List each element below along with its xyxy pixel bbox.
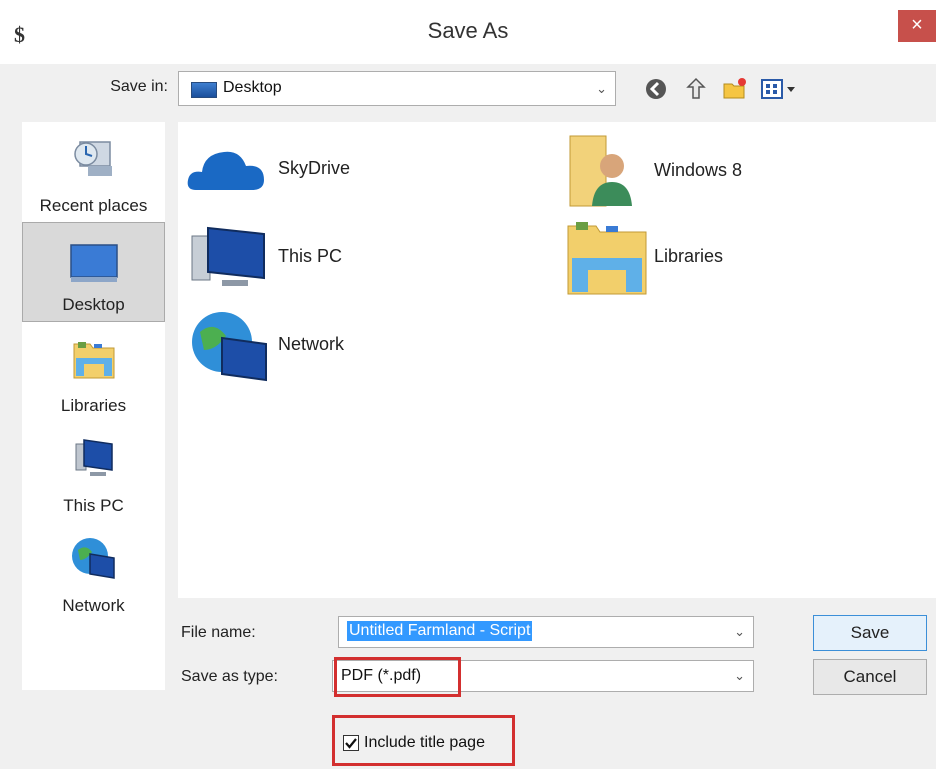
file-item-name: Libraries bbox=[654, 246, 724, 266]
file-item-skydrive[interactable]: SkyDrive bbox=[186, 140, 526, 200]
place-this-pc[interactable]: This PC bbox=[22, 426, 165, 522]
save-in-label: Save in: bbox=[110, 78, 168, 95]
file-name-value: Untitled Farmland - Script bbox=[347, 621, 533, 641]
file-item-name: Network bbox=[278, 334, 345, 354]
cancel-button[interactable]: Cancel bbox=[813, 659, 927, 695]
this-pc-icon bbox=[191, 226, 265, 286]
network-icon bbox=[71, 538, 115, 579]
place-label: Libraries bbox=[60, 396, 127, 415]
include-title-page-checkbox[interactable] bbox=[343, 735, 359, 751]
save-as-dialog: $ Save As × Save in: Desktop ⌄ Recent pl… bbox=[0, 0, 936, 769]
chevron-down-icon[interactable]: ⌄ bbox=[734, 624, 745, 640]
title-bar: $ Save As × bbox=[0, 0, 936, 64]
close-button[interactable]: × bbox=[898, 10, 936, 42]
chevron-down-icon: ⌄ bbox=[596, 80, 607, 96]
save-as-type-value: PDF (*.pdf) bbox=[341, 667, 422, 684]
libraries-icon bbox=[567, 222, 647, 295]
place-label: Network bbox=[62, 596, 125, 615]
checkmark-icon bbox=[345, 738, 357, 749]
file-item-name: Windows 8 bbox=[654, 160, 743, 180]
place-label: This PC bbox=[63, 496, 124, 515]
place-recent-places[interactable]: Recent places bbox=[22, 126, 165, 222]
place-libraries[interactable]: Libraries bbox=[22, 326, 165, 422]
include-title-page-label[interactable]: Include title page bbox=[364, 734, 485, 752]
save-in-dropdown[interactable]: Desktop ⌄ bbox=[178, 71, 616, 106]
file-item-windows-8[interactable]: Windows 8 bbox=[566, 130, 906, 210]
save-as-type-label: Save as type: bbox=[181, 668, 278, 685]
file-item-network[interactable]: Network bbox=[188, 304, 528, 384]
this-pc-icon bbox=[75, 439, 113, 476]
place-label: Desktop bbox=[62, 295, 125, 314]
file-item-name: This PC bbox=[278, 246, 343, 266]
file-item-this-pc[interactable]: This PC bbox=[188, 220, 528, 296]
save-in-value: Desktop bbox=[223, 79, 282, 96]
file-item-name: SkyDrive bbox=[278, 158, 351, 178]
place-label: Recent places bbox=[39, 196, 148, 215]
network-icon bbox=[192, 312, 267, 382]
skydrive-icon bbox=[187, 151, 264, 190]
desktop-icon bbox=[69, 244, 118, 282]
libraries-icon bbox=[73, 342, 114, 379]
save-button[interactable]: Save bbox=[813, 615, 927, 651]
save-as-type-dropdown[interactable]: PDF (*.pdf) ⌄ bbox=[332, 660, 754, 692]
place-network[interactable]: Network bbox=[22, 526, 165, 622]
new-folder-icon[interactable] bbox=[722, 76, 748, 102]
close-icon: × bbox=[911, 14, 923, 36]
place-desktop[interactable]: Desktop bbox=[22, 222, 165, 322]
recent-places-icon bbox=[73, 141, 112, 176]
view-menu-icon[interactable] bbox=[760, 76, 804, 102]
desktop-icon bbox=[191, 82, 217, 98]
file-list: SkyDrive Windows 8 This PC Libraries Net… bbox=[178, 122, 936, 598]
places-bar: Recent places Desktop Libraries This PC … bbox=[22, 122, 165, 690]
up-folder-icon[interactable] bbox=[683, 76, 709, 102]
file-name-input[interactable]: Untitled Farmland - Script ⌄ bbox=[338, 616, 754, 648]
user-folder-icon bbox=[569, 135, 632, 207]
file-name-label: File name: bbox=[181, 624, 256, 641]
file-item-libraries[interactable]: Libraries bbox=[566, 218, 906, 298]
window-title: Save As bbox=[427, 18, 509, 43]
chevron-down-icon: ⌄ bbox=[734, 668, 745, 683]
back-icon[interactable] bbox=[643, 76, 669, 102]
